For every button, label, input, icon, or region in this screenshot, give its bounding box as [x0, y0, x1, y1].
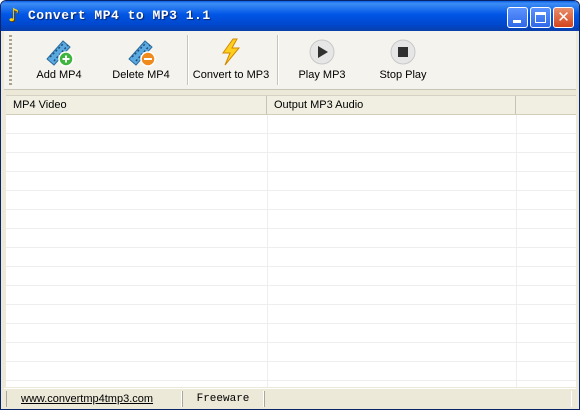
list-row — [6, 286, 576, 305]
play-icon — [309, 39, 335, 65]
play-mp3-label: Play MP3 — [298, 69, 346, 81]
list-row — [6, 210, 576, 229]
convert-to-mp3-label: Convert to MP3 — [192, 69, 270, 81]
list-row — [6, 229, 576, 248]
list-row — [6, 267, 576, 286]
add-mp4-label: Add MP4 — [36, 69, 82, 81]
column-header-output-mp3[interactable]: Output MP3 Audio — [267, 96, 516, 114]
maximize-button[interactable] — [530, 7, 551, 28]
list-row — [6, 153, 576, 172]
list-row — [6, 362, 576, 381]
minimize-button[interactable] — [507, 7, 528, 28]
toolbar-separator — [187, 35, 188, 85]
list-row — [6, 134, 576, 153]
list-row — [6, 172, 576, 191]
delete-mp4-button[interactable]: Delete MP4 — [107, 33, 175, 87]
minimize-icon — [513, 20, 521, 23]
delete-mp4-label: Delete MP4 — [112, 69, 170, 81]
license-status: Freeware — [182, 391, 264, 407]
title-bar[interactable]: ♪ Convert MP4 to MP3 1.1 ✕ — [1, 1, 579, 31]
file-list[interactable]: MP4 Video Output MP3 Audio — [6, 95, 576, 387]
list-row — [6, 248, 576, 267]
close-icon: ✕ — [557, 8, 570, 26]
list-row — [6, 343, 576, 362]
stop-icon — [390, 39, 416, 65]
convert-to-mp3-button[interactable]: Convert to MP3 — [189, 33, 273, 87]
column-header-extra[interactable] — [516, 96, 576, 114]
film-add-icon — [46, 40, 74, 67]
list-body — [6, 115, 576, 387]
stop-play-label: Stop Play — [379, 69, 427, 81]
close-button[interactable]: ✕ — [553, 7, 574, 28]
list-header: MP4 Video Output MP3 Audio — [6, 96, 576, 115]
column-header-mp4-video[interactable]: MP4 Video — [6, 96, 267, 114]
app-window: ♪ Convert MP4 to MP3 1.1 ✕ Add MP4 Delet… — [0, 0, 580, 410]
list-row — [6, 191, 576, 210]
website-link[interactable]: www.convertmp4tmp3.com — [6, 391, 182, 407]
status-panel-empty — [264, 391, 572, 407]
play-mp3-button[interactable]: Play MP3 — [289, 33, 355, 87]
status-bar: www.convertmp4tmp3.com Freeware — [4, 388, 576, 409]
music-note-icon: ♪ — [8, 5, 20, 26]
list-row — [6, 324, 576, 343]
list-row — [6, 305, 576, 324]
film-delete-icon — [128, 40, 156, 67]
toolbar-grip[interactable] — [9, 35, 12, 85]
toolbar-separator — [277, 35, 278, 85]
lightning-icon — [222, 38, 241, 66]
stop-play-button[interactable]: Stop Play — [369, 33, 437, 87]
window-title: Convert MP4 to MP3 1.1 — [28, 8, 211, 23]
list-row — [6, 115, 576, 134]
maximize-icon — [535, 12, 546, 23]
add-mp4-button[interactable]: Add MP4 — [27, 33, 91, 87]
